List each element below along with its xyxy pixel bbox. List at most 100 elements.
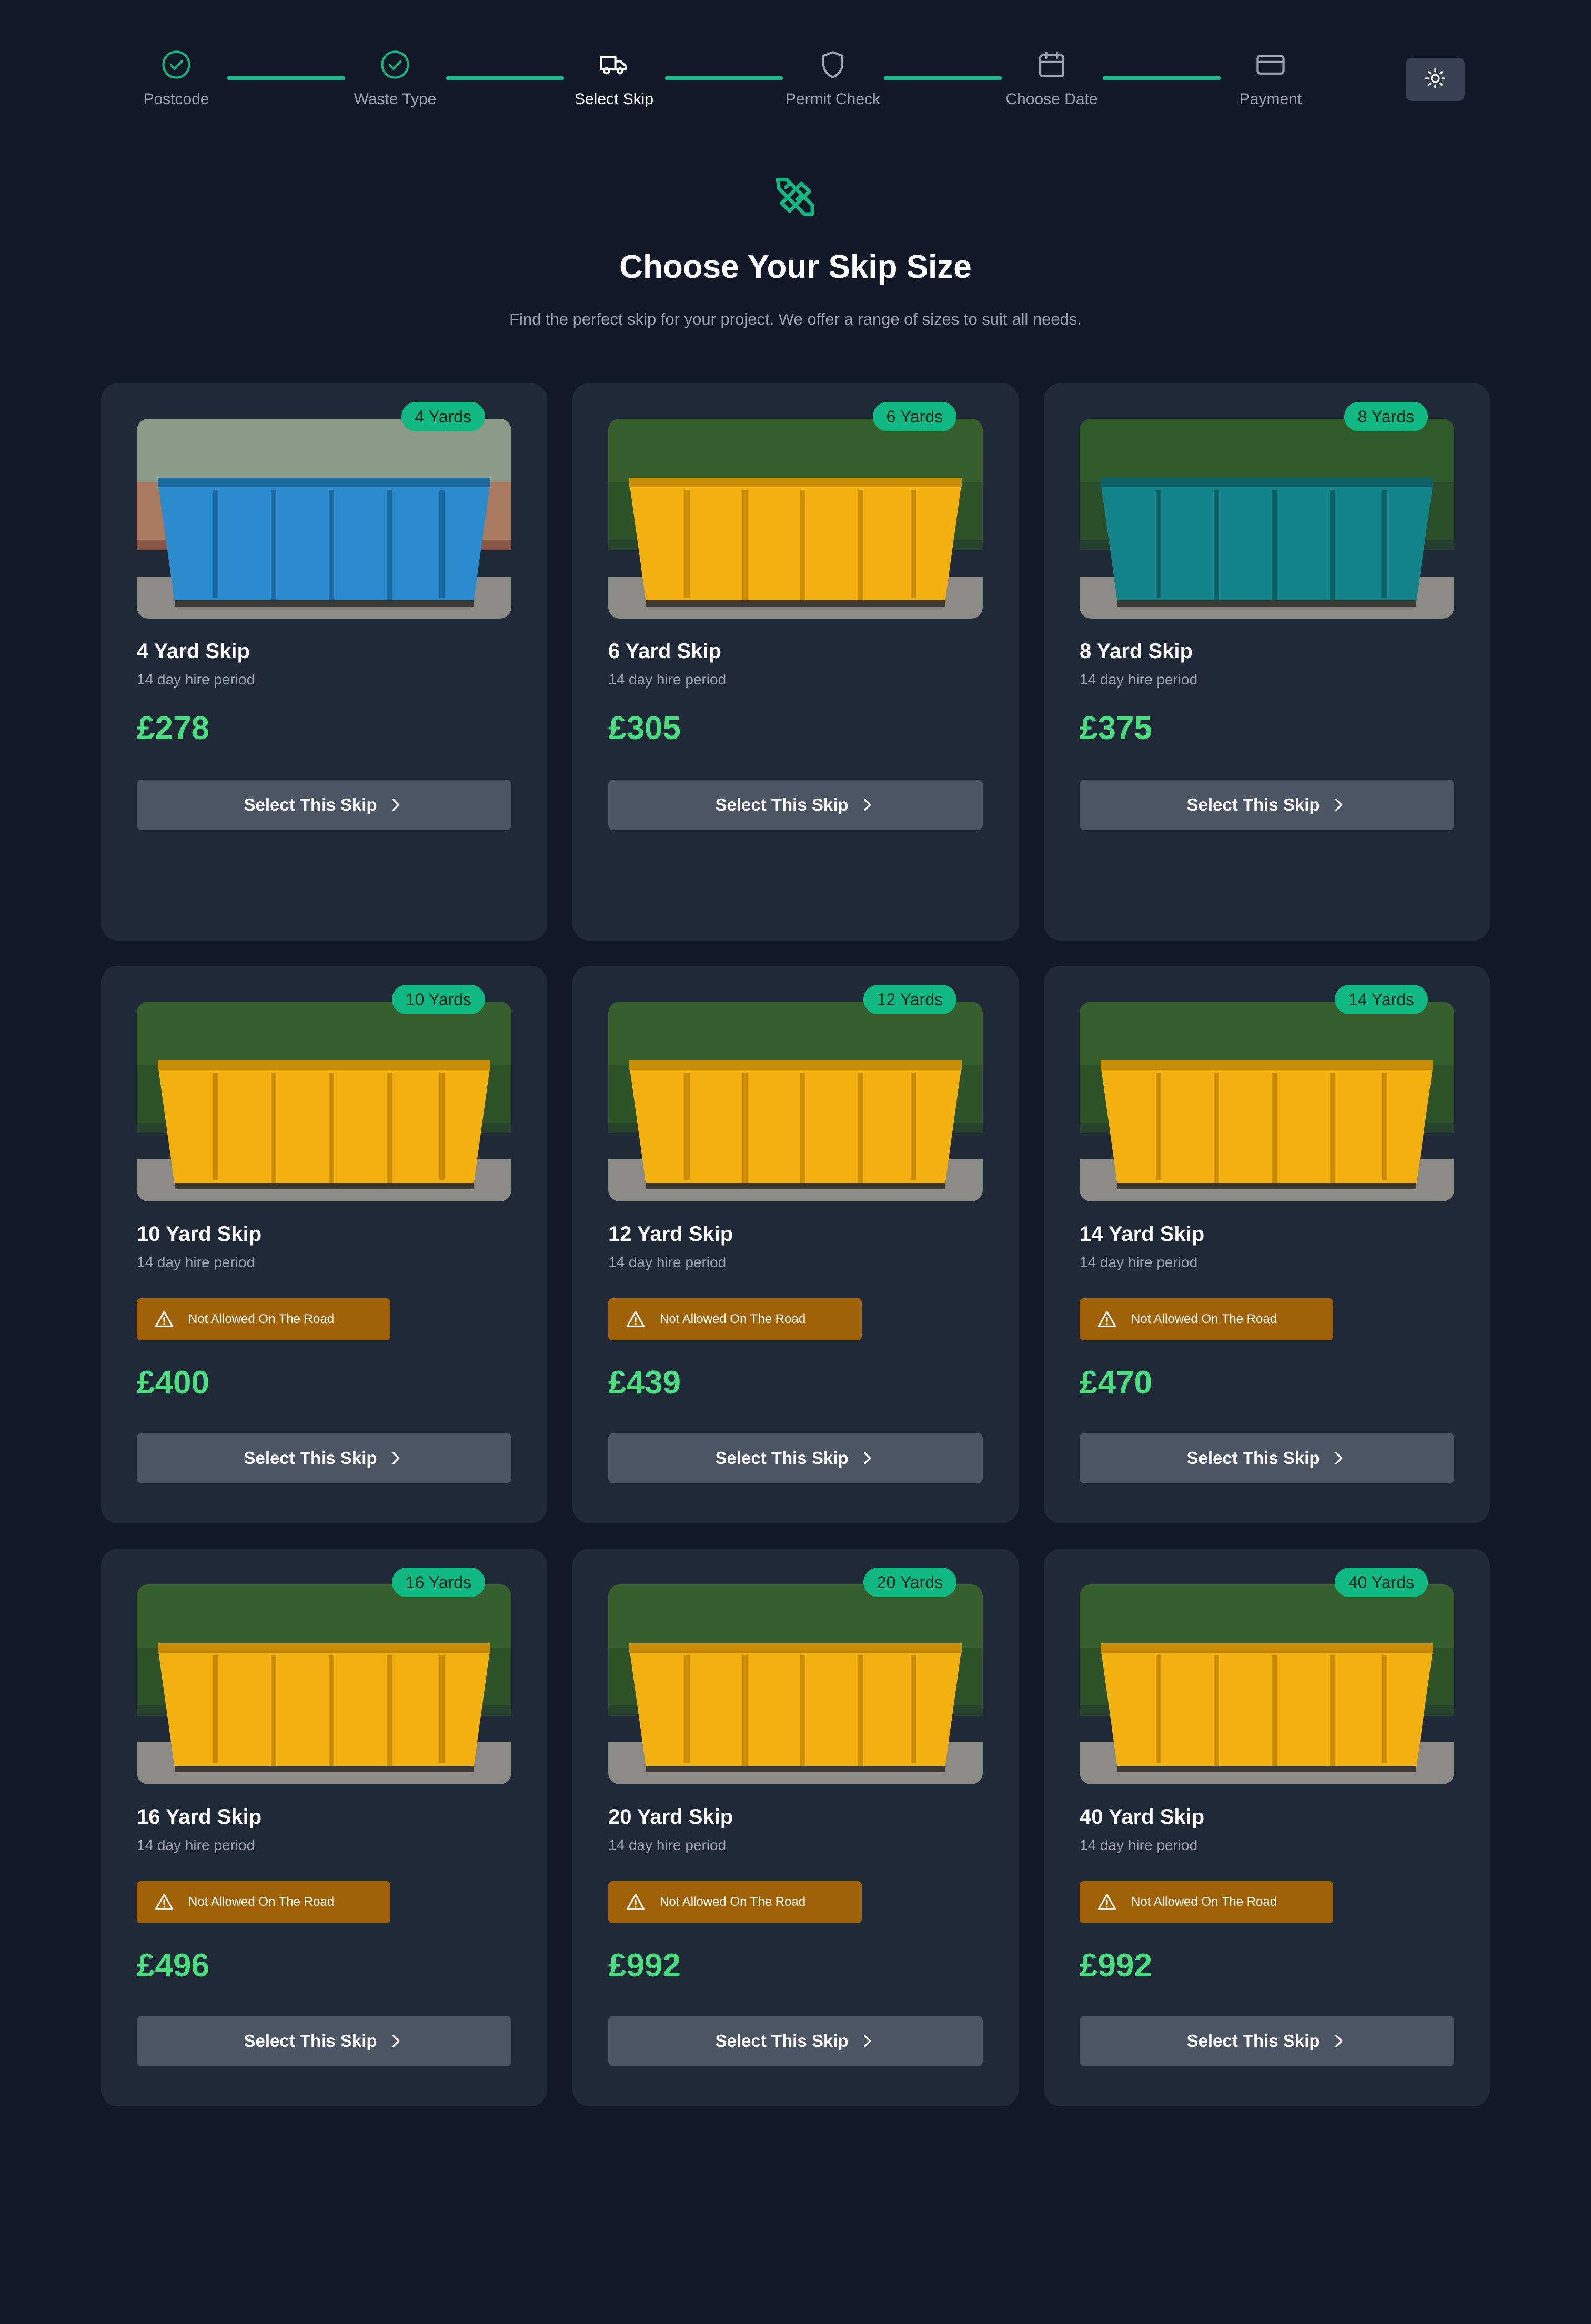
step-label: Payment [1239,90,1302,108]
warning-text: Not Allowed On The Road [660,1895,806,1909]
warning-icon [626,1894,645,1910]
chevron-right-icon [863,2035,871,2047]
skip-title: 6 Yard Skip [608,640,721,663]
hire-period: 14 day hire period [1080,1254,1198,1270]
skip-photo [137,1002,511,1201]
select-skip-label: Select This Skip [715,1448,849,1468]
select-skip-button[interactable]: Select This Skip [137,1433,511,1483]
skip-image: 12 Yards [608,985,983,1201]
skip-price: £305 [608,710,681,746]
select-skip-label: Select This Skip [715,795,849,814]
check-circle-icon [159,47,194,82]
road-warning-badge: Not Allowed On The Road [1080,1881,1333,1923]
skip-image: 20 Yards [608,1568,983,1784]
step-select-skip[interactable]: Select Skip [546,47,682,108]
size-badge: 6 Yards [872,402,956,431]
select-skip-label: Select This Skip [1186,2031,1320,2050]
skip-title: 40 Yard Skip [1080,1805,1205,1828]
shield-icon [815,47,850,82]
skip-image: 6 Yards [608,402,983,619]
hire-period: 14 day hire period [608,1837,727,1853]
select-skip-button[interactable]: Select This Skip [137,2016,511,2066]
skip-card: 10 Yards 10 Yard Skip 14 day hire period… [101,966,547,1523]
skip-card: 40 Yards 40 Yard Skip 14 day hire period… [1044,1549,1490,2106]
credit-card-icon [1253,47,1288,82]
skip-price: £439 [608,1365,681,1401]
skip-price: £278 [137,710,209,746]
warning-text: Not Allowed On The Road [1131,1895,1277,1909]
skip-illustration [1080,1584,1454,1784]
skip-photo [137,419,511,619]
warning-icon [155,1894,174,1910]
skip-card: 4 Yards 4 Yard Skip 14 day hire period £… [101,383,547,941]
hire-period: 14 day hire period [137,1837,255,1853]
step-label: Choose Date [1005,90,1098,108]
select-skip-button[interactable]: Select This Skip [608,1433,983,1483]
skip-illustration [608,1584,983,1784]
hire-period: 14 day hire period [137,1254,255,1270]
skip-illustration [1080,1002,1454,1201]
select-skip-label: Select This Skip [244,795,377,814]
step-label: Waste Type [354,90,437,108]
skip-card: 16 Yards 16 Yard Skip 14 day hire period… [101,1549,547,2106]
skip-illustration [137,1584,511,1784]
tools-icon [772,174,819,221]
skip-photo [608,1584,983,1784]
skip-title: 12 Yard Skip [608,1222,733,1246]
select-skip-button[interactable]: Select This Skip [1080,1433,1454,1483]
skip-title: 16 Yard Skip [137,1805,262,1828]
skip-photo [1080,1002,1454,1201]
step-postcode[interactable]: Postcode [108,47,245,108]
skip-price: £375 [1080,710,1152,746]
check-circle-icon [378,47,412,82]
skip-price: £470 [1080,1365,1152,1401]
step-permit-check[interactable]: Permit Check [764,47,901,108]
select-skip-button[interactable]: Select This Skip [137,780,511,830]
select-skip-label: Select This Skip [715,2031,849,2050]
step-choose-date[interactable]: Choose Date [983,47,1120,108]
chevron-right-icon [1335,2035,1342,2047]
skip-card: 6 Yards 6 Yard Skip 14 day hire period £… [572,383,1019,941]
skip-selection-page: Postcode Waste Type Select Skip Permit C… [0,0,1591,2324]
skip-card: 20 Yards 20 Yard Skip 14 day hire period… [572,1549,1019,2106]
page-title: Choose Your Skip Size [619,249,972,285]
skip-illustration [137,1002,511,1201]
step-payment[interactable]: Payment [1202,47,1339,108]
road-warning-badge: Not Allowed On The Road [608,1298,862,1340]
hire-period: 14 day hire period [608,671,727,688]
select-skip-button[interactable]: Select This Skip [1080,2016,1454,2066]
chevron-right-icon [392,2035,399,2047]
select-skip-label: Select This Skip [244,2031,377,2050]
select-skip-button[interactable]: Select This Skip [608,780,983,830]
select-skip-label: Select This Skip [1186,795,1320,814]
skip-price: £992 [608,1947,681,1984]
skip-photo [608,1002,983,1201]
skip-title: 4 Yard Skip [137,640,250,663]
calendar-icon [1034,47,1069,82]
hire-period: 14 day hire period [1080,671,1198,688]
skip-image: 4 Yards [137,402,511,619]
skip-illustration [608,419,983,619]
hire-period: 14 day hire period [1080,1837,1198,1853]
select-skip-label: Select This Skip [244,1448,377,1468]
warning-text: Not Allowed On The Road [660,1312,806,1326]
warning-text: Not Allowed On The Road [188,1312,335,1326]
chevron-right-icon [863,799,871,811]
chevron-right-icon [1335,799,1342,811]
truck-icon [597,47,631,82]
select-skip-label: Select This Skip [1186,1448,1320,1468]
size-badge: 10 Yards [391,985,485,1014]
size-badge: 16 Yards [391,1568,485,1597]
skip-card: 14 Yards 14 Yard Skip 14 day hire period… [1044,966,1490,1523]
skip-photo [608,419,983,619]
theme-toggle-button[interactable] [1406,58,1465,101]
skip-image: 8 Yards [1080,402,1454,619]
select-skip-button[interactable]: Select This Skip [1080,780,1454,830]
page-header: Choose Your Skip Size Find the perfect s… [0,174,1591,329]
skip-image: 14 Yards [1080,985,1454,1201]
warning-text: Not Allowed On The Road [188,1895,335,1909]
select-skip-button[interactable]: Select This Skip [608,2016,983,2066]
skip-card: 12 Yards 12 Yard Skip 14 day hire period… [572,966,1019,1523]
step-label: Permit Check [785,90,881,108]
step-waste-type[interactable]: Waste Type [327,47,464,108]
